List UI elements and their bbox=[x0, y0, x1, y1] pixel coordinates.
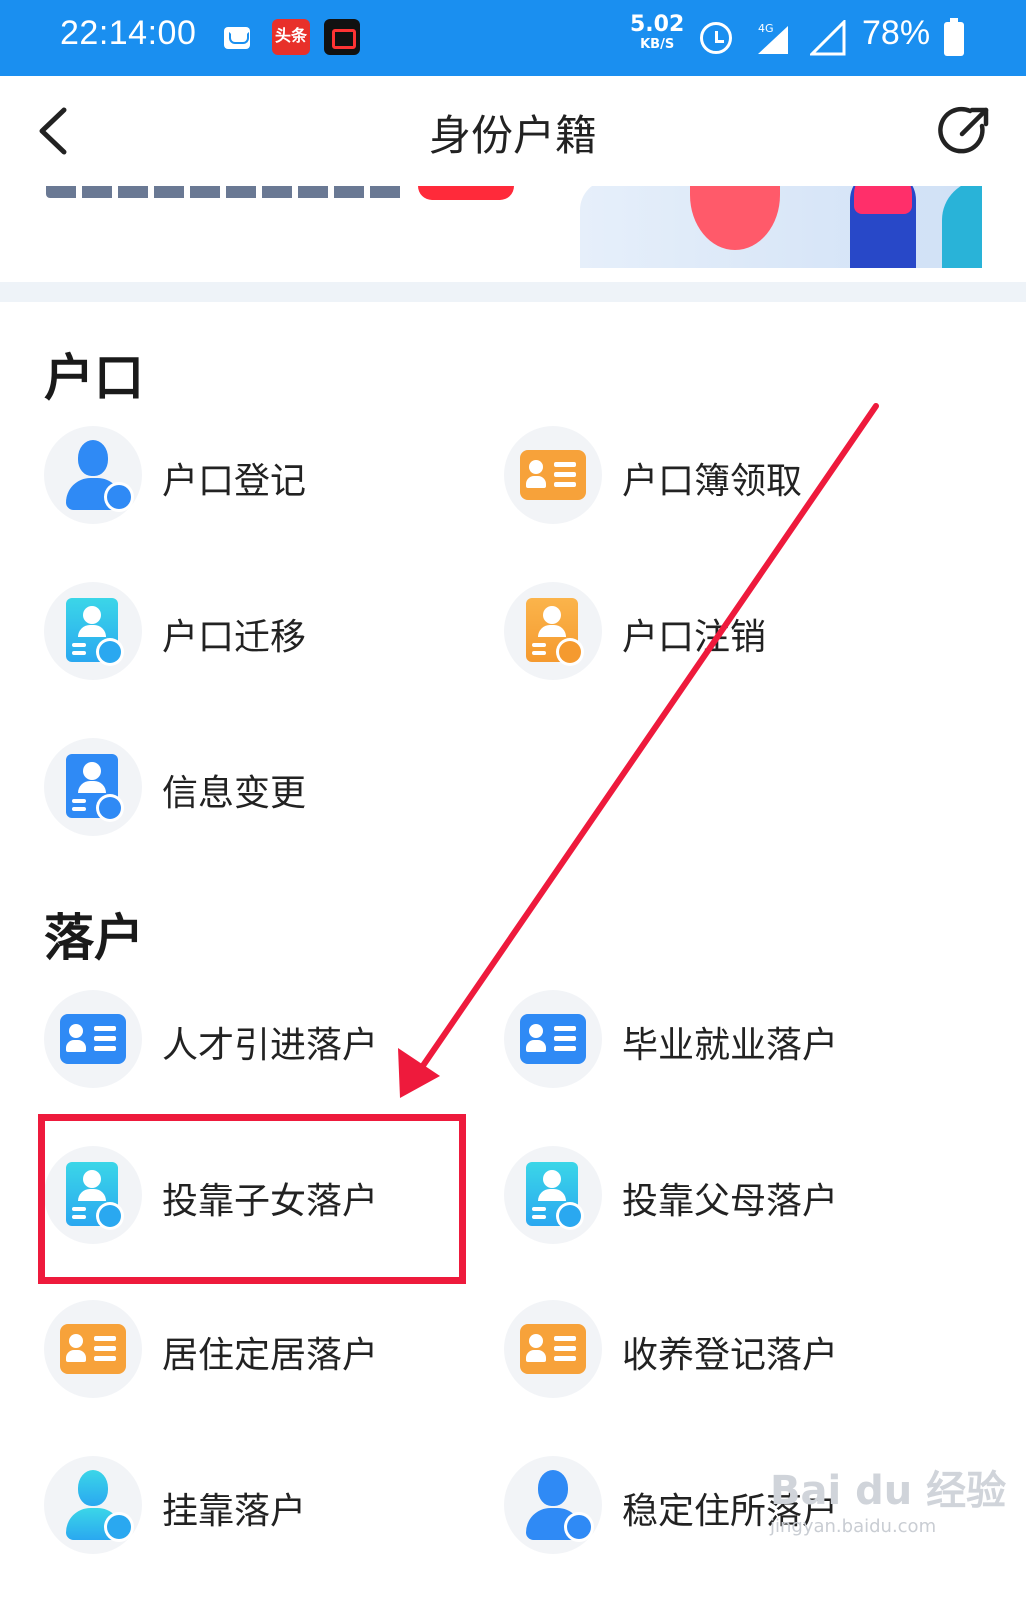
annotation-arrow bbox=[398, 403, 879, 1098]
watermark-url: jingyan.baidu.com bbox=[770, 1516, 937, 1537]
watermark-logo: Bai du 经验 bbox=[770, 1468, 1007, 1514]
watermark: Bai du 经验 jingyan.baidu.com bbox=[770, 1458, 1006, 1537]
